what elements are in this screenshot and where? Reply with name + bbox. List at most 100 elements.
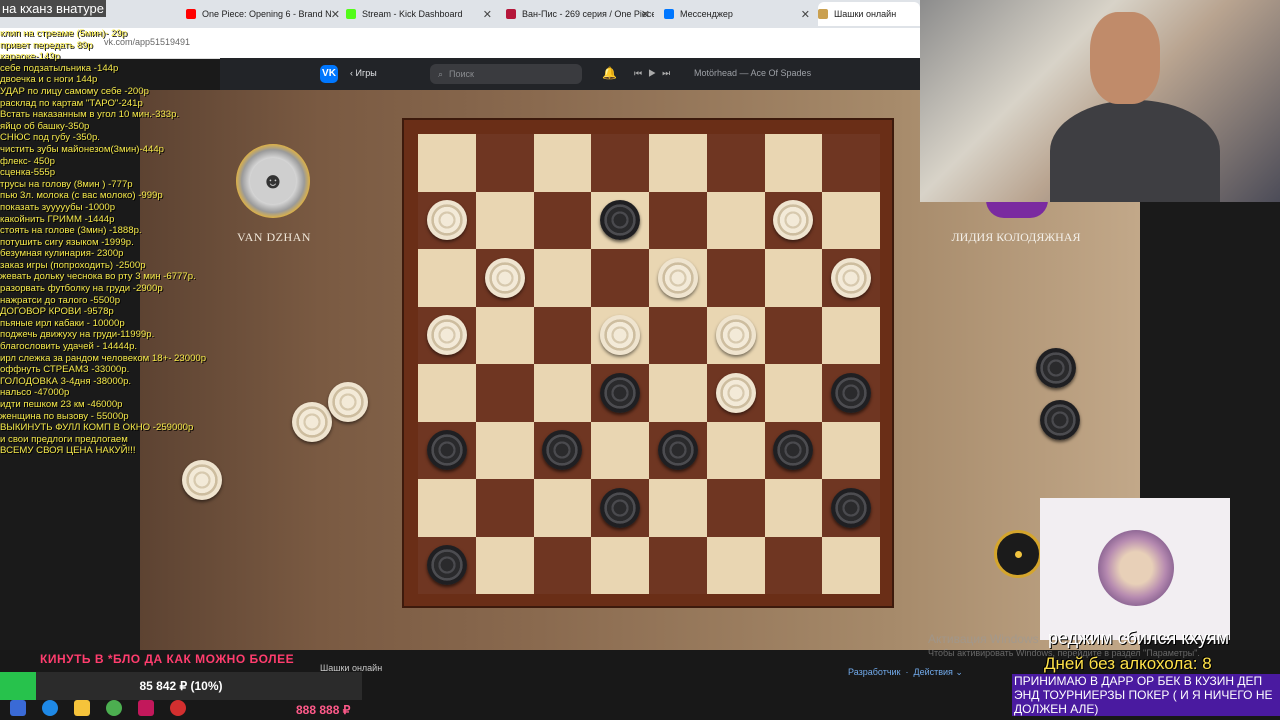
board-square[interactable] (591, 536, 649, 594)
black-checker[interactable] (600, 487, 641, 528)
back-to-games-link[interactable]: ‹ Игры (350, 68, 377, 78)
board-square[interactable] (706, 306, 765, 364)
file-explorer-icon[interactable] (74, 700, 90, 716)
board-square[interactable] (706, 364, 765, 422)
board-square[interactable] (764, 421, 823, 479)
board-square[interactable] (418, 134, 476, 192)
board-square[interactable] (475, 364, 534, 422)
vk-logo-icon[interactable]: VK (320, 65, 338, 83)
board-square[interactable] (822, 421, 880, 479)
media-pause-icon[interactable] (138, 700, 154, 716)
board-square[interactable] (533, 249, 592, 307)
board-square[interactable] (706, 134, 765, 192)
checkers-board[interactable] (418, 134, 880, 594)
white-checker[interactable] (484, 257, 525, 298)
board-square[interactable] (649, 479, 707, 537)
board-square[interactable] (822, 191, 880, 249)
board-square[interactable] (764, 306, 823, 364)
browser-tab[interactable]: Ван-Пис - 269 серия / One Piece ✕ (506, 2, 654, 26)
board-square[interactable] (533, 421, 592, 479)
windows-start-icon[interactable] (10, 700, 26, 716)
browser-tab-active[interactable]: Шашки онлайн (818, 2, 920, 26)
player1-avatar[interactable]: ☻ (236, 144, 310, 218)
white-checker[interactable] (657, 257, 698, 298)
white-checker[interactable] (426, 315, 467, 356)
board-square[interactable] (475, 479, 534, 537)
board-square[interactable] (418, 421, 476, 479)
board-square[interactable] (591, 421, 649, 479)
board-square[interactable] (533, 364, 592, 422)
board-square[interactable] (649, 134, 707, 192)
white-checker[interactable] (715, 372, 756, 413)
board-square[interactable] (533, 479, 592, 537)
board-square[interactable] (533, 134, 592, 192)
board-square[interactable] (475, 421, 534, 479)
board-square[interactable] (533, 306, 592, 364)
close-tab-icon[interactable]: ✕ (483, 8, 492, 21)
board-square[interactable] (475, 306, 534, 364)
board-square[interactable] (764, 134, 823, 192)
white-checker[interactable] (831, 257, 872, 298)
board-square[interactable] (591, 364, 649, 422)
actions-link[interactable]: Действия ⌄ (913, 667, 962, 677)
board-square[interactable] (649, 306, 707, 364)
white-checker[interactable] (773, 200, 814, 241)
board-square[interactable] (475, 249, 534, 307)
close-tab-icon[interactable]: ✕ (641, 8, 650, 21)
black-checker[interactable] (657, 430, 698, 471)
board-square[interactable] (649, 191, 707, 249)
black-checker[interactable] (426, 430, 467, 471)
browser-tab[interactable]: One Piece: Opening 6 - Brand N ✕ (186, 2, 344, 26)
chrome-icon[interactable] (106, 700, 122, 716)
close-tab-icon[interactable]: ✕ (801, 8, 810, 21)
board-square[interactable] (418, 191, 476, 249)
board-square[interactable] (475, 134, 534, 192)
board-square[interactable] (649, 364, 707, 422)
board-square[interactable] (764, 364, 823, 422)
board-square[interactable] (649, 536, 707, 594)
now-playing-track[interactable]: Motörhead — Ace Of Spades (694, 68, 811, 78)
board-square[interactable] (764, 536, 823, 594)
board-square[interactable] (418, 306, 476, 364)
board-square[interactable] (649, 421, 707, 479)
board-square[interactable] (764, 191, 823, 249)
board-square[interactable] (591, 134, 649, 192)
board-square[interactable] (418, 364, 476, 422)
board-square[interactable] (418, 249, 476, 307)
board-square[interactable] (706, 421, 765, 479)
board-square[interactable] (591, 306, 649, 364)
search-field[interactable]: ⌕ Поиск (430, 64, 582, 84)
board-square[interactable] (764, 479, 823, 537)
board-square[interactable] (706, 249, 765, 307)
board-square[interactable] (706, 191, 765, 249)
browser-tab[interactable]: Мессенджер ✕ (664, 2, 814, 26)
black-checker[interactable] (600, 200, 641, 241)
audio-player-controls[interactable]: ⏮▶⏭ (634, 68, 676, 79)
board-square[interactable] (822, 364, 880, 422)
board-square[interactable] (764, 249, 823, 307)
board-square[interactable] (591, 191, 649, 249)
board-square[interactable] (822, 306, 880, 364)
board-square[interactable] (475, 536, 534, 594)
close-tab-icon[interactable]: ✕ (331, 8, 340, 21)
player2-avatar[interactable] (986, 200, 1048, 218)
black-checker[interactable] (831, 372, 872, 413)
white-checker[interactable] (600, 315, 641, 356)
board-square[interactable] (706, 536, 765, 594)
board-square[interactable] (418, 536, 476, 594)
black-checker[interactable] (542, 430, 583, 471)
browser-tab[interactable]: Stream - Kick Dashboard ✕ (346, 2, 496, 26)
white-checker[interactable] (426, 200, 467, 241)
board-square[interactable] (822, 479, 880, 537)
developer-link[interactable]: Разработчик (848, 667, 900, 677)
board-square[interactable] (418, 479, 476, 537)
board-square[interactable] (649, 249, 707, 307)
board-square[interactable] (822, 249, 880, 307)
board-square[interactable] (822, 536, 880, 594)
black-checker[interactable] (831, 487, 872, 528)
black-checker[interactable] (773, 430, 814, 471)
notifications-bell-icon[interactable]: 🔔 (602, 66, 617, 80)
edge-icon[interactable] (42, 700, 58, 716)
board-square[interactable] (822, 134, 880, 192)
board-square[interactable] (706, 479, 765, 537)
